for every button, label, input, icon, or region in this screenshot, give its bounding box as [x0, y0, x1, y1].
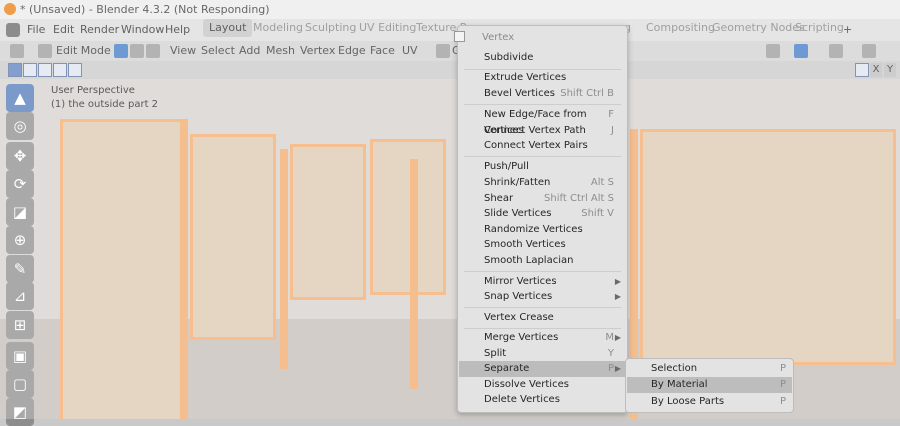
menu-item-extrude-vertices[interactable]: Extrude Vertices: [459, 70, 626, 86]
menu-item-push-pull[interactable]: Push/Pull: [459, 159, 626, 175]
separate-submenu: Selection P By Material P By Loose Parts P: [625, 358, 794, 413]
menu-item-smooth-laplacian[interactable]: Smooth Laplacian: [459, 253, 626, 269]
menu-separator: [464, 307, 621, 308]
menu-item-merge-vertices[interactable]: Merge Vertices M ▶: [459, 330, 626, 346]
submenu-arrow-icon: ▶: [614, 333, 621, 342]
menu-separator: [464, 271, 621, 272]
vertex-menu: Vertex Subdivide Extrude Vertices Bevel …: [454, 25, 628, 413]
submenu-item-selection[interactable]: Selection P: [627, 361, 792, 377]
menu-item-separate[interactable]: Separate P ▶: [459, 361, 626, 377]
menu-separator: [464, 156, 621, 157]
submenu-item-by-loose-parts[interactable]: By Loose Parts P: [627, 394, 792, 410]
vertex-menu-icon: [454, 31, 465, 42]
menu-item-connect-vertex-pairs[interactable]: Connect Vertex Pairs: [459, 138, 626, 154]
menu-item-snap-vertices[interactable]: Snap Vertices ▶: [459, 289, 626, 305]
menu-item-split[interactable]: Split Y: [459, 346, 626, 362]
menu-item-bevel-vertices[interactable]: Bevel Vertices Shift Ctrl B: [459, 86, 626, 102]
menu-item-delete-vertices[interactable]: Delete Vertices: [459, 392, 626, 408]
menu-separator: [464, 328, 621, 329]
submenu-arrow-icon: ▶: [614, 277, 621, 286]
menu-item-slide-vertices[interactable]: Slide Vertices Shift V: [459, 206, 626, 222]
menu-item-smooth-vertices[interactable]: Smooth Vertices: [459, 237, 626, 253]
menu-item-dissolve-vertices[interactable]: Dissolve Vertices: [459, 377, 626, 393]
vertex-menu-title: Vertex: [482, 32, 515, 43]
menu-item-shrink-fatten[interactable]: Shrink/Fatten Alt S: [459, 175, 626, 191]
menu-item-vertex-crease[interactable]: Vertex Crease: [459, 310, 626, 326]
menu-item-shear[interactable]: Shear Shift Ctrl Alt S: [459, 191, 626, 207]
submenu-arrow-icon: ▶: [614, 292, 621, 301]
submenu-arrow-icon: ▶: [614, 364, 621, 373]
menu-item-subdivide[interactable]: Subdivide: [459, 50, 626, 66]
menu-item-mirror-vertices[interactable]: Mirror Vertices ▶: [459, 274, 626, 290]
menu-item-randomize-vertices[interactable]: Randomize Vertices: [459, 222, 626, 238]
menu-item-new-edge-face[interactable]: New Edge/Face from Vertices F: [459, 107, 626, 136]
submenu-item-by-material[interactable]: By Material P: [627, 377, 792, 393]
not-responding-overlay: [0, 0, 900, 419]
menu-item-connect-vertex-path[interactable]: Connect Vertex Path J: [459, 123, 626, 139]
menu-separator: [464, 104, 621, 105]
